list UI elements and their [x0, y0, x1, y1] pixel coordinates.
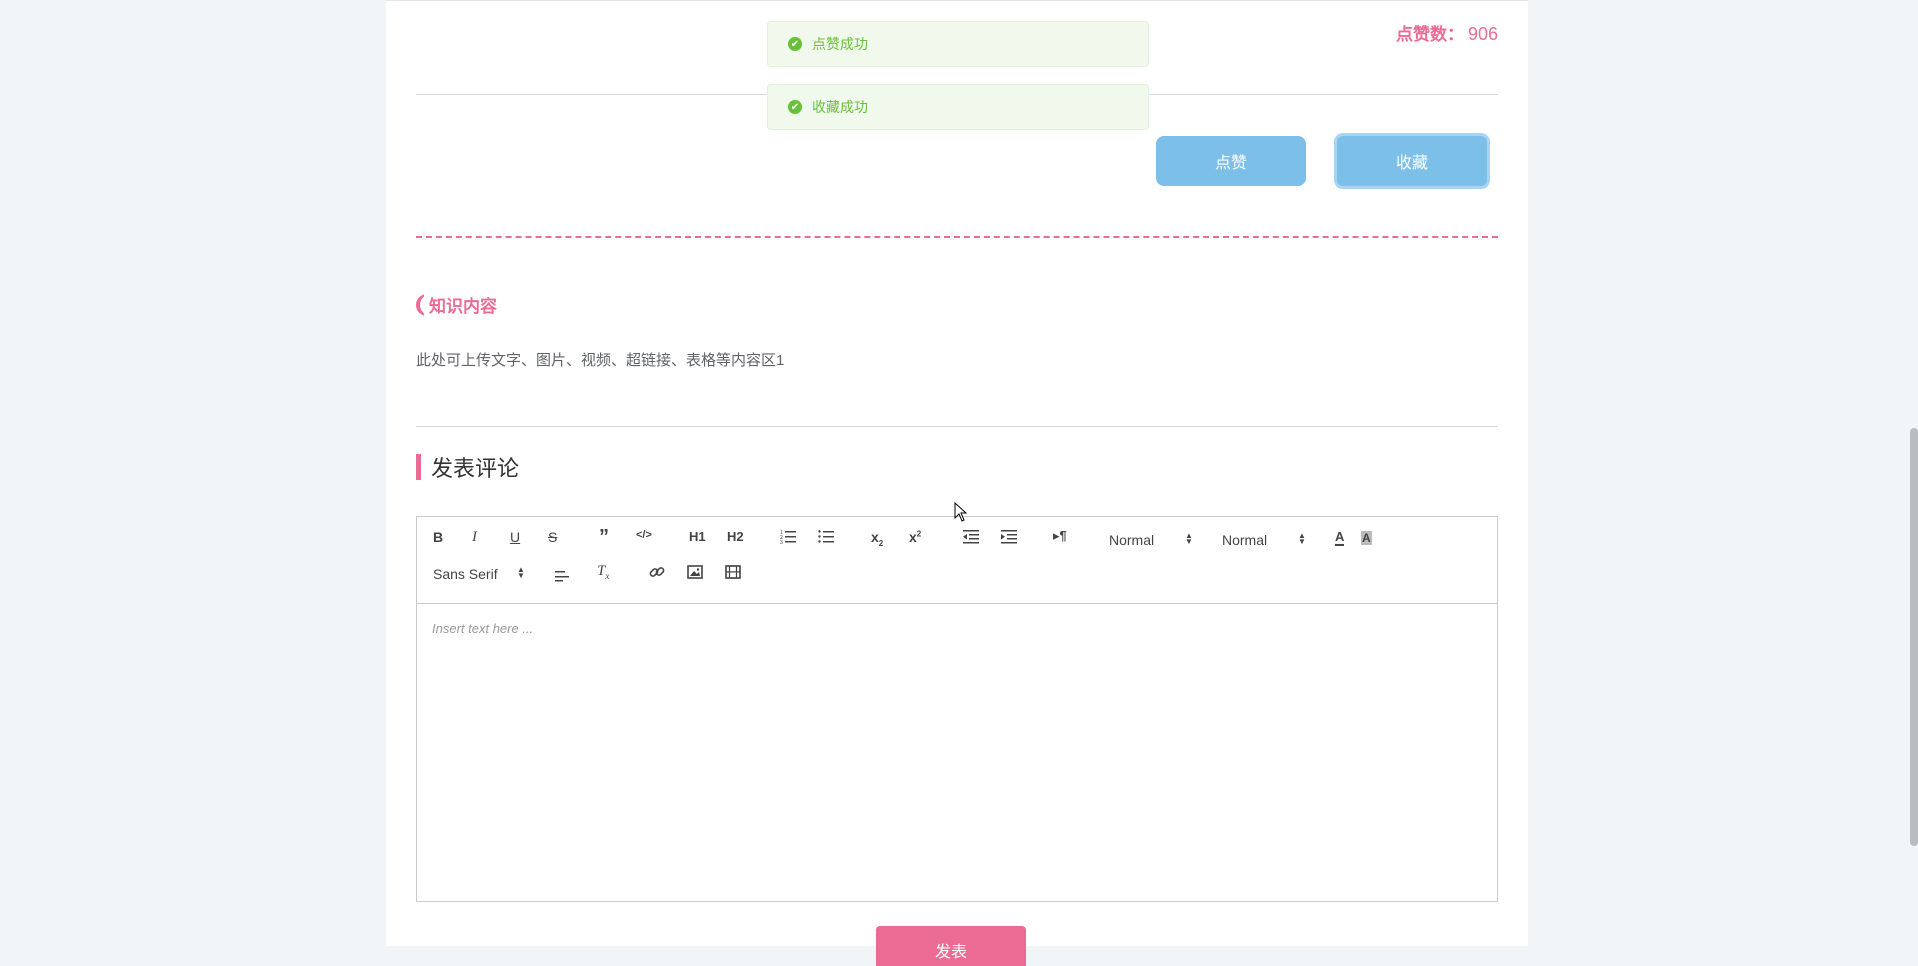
knowledge-content: 此处可上传文字、图片、视频、超链接、表格等内容区1 [416, 352, 785, 369]
comment-title: 发表评论 [431, 456, 520, 481]
strikethrough-icon[interactable]: S [548, 529, 557, 545]
font-select-value: Sans Serif [433, 566, 498, 582]
underline-icon[interactable]: U [510, 529, 520, 545]
submit-comment-button[interactable]: 发表 [876, 926, 1026, 966]
like-success-toast: ✔ 点赞成功 [767, 21, 1149, 67]
toast-message: 点赞成功 [812, 36, 868, 52]
vertical-scrollbar[interactable] [1910, 428, 1918, 846]
rich-text-editor: B I U S ” </> H1 H2 123 x2 x2 ▸¶ Normal … [416, 516, 1498, 902]
bullet-list-icon[interactable] [818, 528, 834, 544]
video-icon[interactable] [725, 564, 741, 580]
editor-toolbar: B I U S ” </> H1 H2 123 x2 x2 ▸¶ Normal … [417, 517, 1497, 604]
font-color-icon[interactable]: A [1335, 530, 1345, 546]
crescent-icon [416, 293, 424, 316]
editor-content-input[interactable]: Insert text here ... [432, 621, 533, 636]
comment-section-header: 发表评论 [416, 451, 519, 483]
size-select-value: Normal [1109, 532, 1155, 548]
detail-page: 点赞数： 906 点赞 收藏 知识内容 此处可上传文字、图片、视频、超链接、表格等… [386, 0, 1528, 966]
subscript-icon[interactable]: x2 [871, 529, 883, 548]
like-count-value: 906 [1467, 24, 1498, 44]
knowledge-section-header: 知识内容 [416, 292, 497, 317]
select-arrows-icon: ▲ ▼ [517, 565, 525, 580]
text-direction-icon[interactable]: ▸¶ [1053, 528, 1067, 544]
header-select-value: Normal [1222, 532, 1268, 548]
svg-text:3: 3 [780, 540, 783, 544]
header-select[interactable]: Normal ▲ ▼ [1222, 531, 1312, 549]
like-count-stat: 点赞数： 906 [1396, 20, 1498, 45]
select-arrows-icon: ▲ ▼ [1185, 531, 1193, 546]
ordered-list-icon[interactable]: 123 [780, 528, 796, 544]
divider [416, 426, 1498, 427]
knowledge-title: 知识内容 [429, 297, 497, 316]
like-count-label: 点赞数： [1395, 25, 1464, 44]
font-select[interactable]: Sans Serif ▲ ▼ [433, 565, 529, 583]
code-block-icon[interactable]: </> [636, 529, 652, 541]
bold-icon[interactable]: B [433, 529, 443, 545]
image-icon[interactable] [687, 564, 703, 580]
mouse-cursor-icon [954, 501, 968, 527]
align-icon[interactable] [555, 567, 571, 583]
check-circle-icon: ✔ [788, 100, 802, 114]
select-arrows-icon: ▲ ▼ [1298, 531, 1306, 546]
header2-icon[interactable]: H2 [727, 529, 744, 544]
top-divider [386, 0, 1528, 1]
header1-icon[interactable]: H1 [689, 529, 706, 544]
indent-icon[interactable] [1001, 528, 1017, 544]
background-color-icon[interactable]: A [1361, 531, 1372, 545]
like-button[interactable]: 点赞 [1156, 136, 1306, 186]
collect-success-toast: ✔ 收藏成功 [767, 84, 1149, 130]
collect-button[interactable]: 收藏 [1334, 133, 1490, 189]
dashed-divider [416, 236, 1498, 238]
link-icon[interactable] [649, 564, 665, 580]
clear-format-icon[interactable]: Tx [597, 563, 609, 581]
blockquote-icon[interactable]: ” [599, 526, 609, 549]
accent-bar [416, 454, 421, 480]
size-select[interactable]: Normal ▲ ▼ [1109, 531, 1199, 549]
superscript-icon[interactable]: x2 [909, 529, 921, 545]
check-circle-icon: ✔ [788, 37, 802, 51]
italic-icon[interactable]: I [472, 529, 477, 546]
outdent-icon[interactable] [963, 528, 979, 544]
toast-message: 收藏成功 [812, 99, 868, 115]
